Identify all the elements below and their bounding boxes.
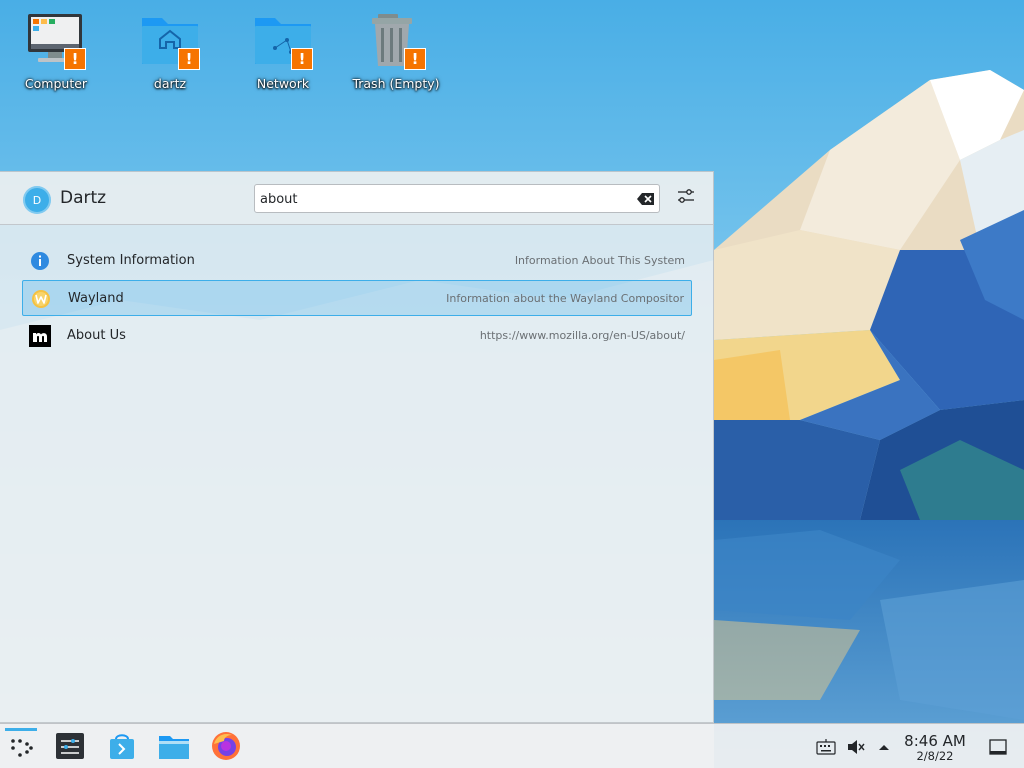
backspace-clear-icon: [637, 193, 654, 205]
desktop-icon-dartz[interactable]: ! dartz: [120, 8, 220, 100]
search-input[interactable]: [260, 189, 630, 209]
taskbar-firefox[interactable]: [210, 730, 242, 762]
clock-time[interactable]: 8:46 AM: [898, 732, 972, 750]
system-settings-icon: [56, 733, 84, 759]
tray-volume[interactable]: [846, 738, 866, 756]
mozilla-icon: [29, 325, 51, 347]
warning-badge-icon: !: [64, 48, 86, 70]
user-name: Dartz: [60, 188, 107, 208]
result-subtitle: Information About This System: [514, 254, 685, 267]
desktop-icon-label: Trash (Empty): [352, 76, 440, 91]
warning-badge-icon: !: [291, 48, 313, 70]
desktop-icon-label: Network: [256, 76, 310, 91]
user-avatar[interactable]: D: [23, 186, 51, 214]
launcher-configure-button[interactable]: [674, 184, 698, 208]
firefox-icon: [212, 732, 240, 760]
info-icon: [29, 250, 51, 272]
desktop-icon-trash[interactable]: ! Trash (Empty): [346, 8, 446, 100]
result-title: Wayland: [68, 291, 124, 306]
show-desktop-button[interactable]: [988, 738, 1008, 756]
taskbar-system-settings[interactable]: [54, 730, 86, 762]
result-subtitle: https://www.mozilla.org/en-US/about/: [479, 329, 685, 342]
tray-keyboard[interactable]: [816, 738, 836, 756]
discover-icon: [110, 734, 134, 759]
tray-expand-button[interactable]: [874, 738, 894, 756]
taskbar: 8:46 AM 2/8/22: [0, 723, 1024, 768]
desktop-icon-computer[interactable]: ! Computer: [6, 8, 106, 100]
network-folder-icon: !: [251, 8, 315, 72]
show-desktop-icon: [989, 739, 1007, 755]
taskbar-application-launcher[interactable]: [5, 730, 37, 762]
keyboard-icon: [816, 739, 836, 755]
result-title: System Information: [67, 253, 195, 268]
application-launcher-panel: D Dartz System Information Information A…: [0, 171, 714, 723]
warning-badge-icon: !: [404, 48, 426, 70]
avatar-initial: D: [32, 193, 42, 207]
result-title: About Us: [67, 328, 126, 343]
volume-muted-icon: [848, 740, 865, 754]
trash-icon: !: [364, 8, 428, 72]
computer-icon: !: [24, 8, 88, 72]
launcher-header: D Dartz: [0, 172, 713, 225]
search-result-about-us[interactable]: About Us https://www.mozilla.org/en-US/a…: [22, 318, 692, 354]
application-launcher-icon: [11, 739, 33, 757]
desktop-icon-label: dartz: [153, 76, 187, 91]
result-subtitle: Information about the Wayland Compositor: [446, 292, 684, 305]
dolphin-icon: [159, 736, 189, 759]
taskbar-discover[interactable]: [106, 730, 138, 762]
search-result-wayland[interactable]: Wayland Information about the Wayland Co…: [22, 280, 692, 316]
desktop-icon-network[interactable]: ! Network: [233, 8, 333, 100]
desktop-icon-label: Computer: [24, 76, 88, 91]
sliders-icon: [678, 189, 694, 203]
search-result-system-information[interactable]: System Information Information About Thi…: [22, 243, 692, 279]
warning-badge-icon: !: [178, 48, 200, 70]
tray-expand-icon: [879, 745, 889, 750]
home-folder-icon: !: [138, 8, 202, 72]
wayland-icon: [30, 288, 52, 310]
clear-search-button[interactable]: [636, 190, 656, 208]
search-field[interactable]: [254, 184, 660, 213]
clock-date[interactable]: 2/8/22: [898, 749, 972, 763]
taskbar-dolphin[interactable]: [158, 730, 190, 762]
